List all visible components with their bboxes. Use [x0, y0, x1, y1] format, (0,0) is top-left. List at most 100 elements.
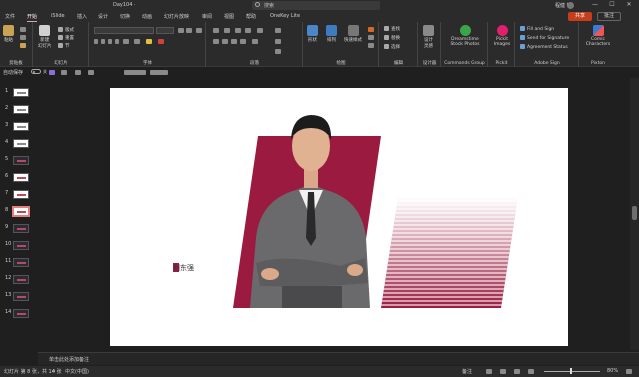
shape-tools-icon[interactable] — [150, 70, 168, 75]
cut-icon[interactable] — [20, 27, 26, 32]
slide-thumbnail-selected[interactable] — [12, 206, 30, 217]
shape-effects-icon[interactable] — [368, 43, 374, 48]
align-text-icon[interactable] — [275, 39, 281, 44]
replace-button[interactable]: 替换 — [384, 35, 400, 41]
arrange-button[interactable]: 排列 — [326, 25, 337, 43]
slide-thumbnail[interactable] — [13, 309, 29, 318]
notes-pane[interactable]: 单击此处添加备注 — [38, 352, 639, 365]
justify-icon[interactable] — [240, 39, 246, 44]
copy-icon[interactable] — [20, 35, 26, 40]
align-right-icon[interactable] — [231, 39, 237, 44]
vertical-scrollbar[interactable] — [630, 78, 639, 350]
slide-thumbnail[interactable] — [13, 122, 29, 131]
align-center-icon[interactable] — [222, 39, 228, 44]
format-painter-icon[interactable] — [20, 43, 26, 48]
pickit-button[interactable]: Pickit Images — [492, 25, 512, 47]
maximize-icon[interactable]: ☐ — [607, 1, 617, 9]
present-icon[interactable] — [88, 70, 94, 75]
paste-button[interactable]: 粘贴 — [3, 25, 14, 43]
grow-font-icon[interactable] — [178, 28, 184, 33]
layout-button[interactable]: 版式 — [58, 27, 74, 33]
slide-thumbnail[interactable] — [13, 190, 29, 199]
tab-view[interactable]: 视图 — [224, 13, 234, 20]
slide-thumbnail[interactable] — [13, 258, 29, 267]
smartart-icon[interactable] — [275, 49, 281, 54]
slide-thumbnail[interactable] — [13, 275, 29, 284]
search-box[interactable]: 搜索 — [252, 1, 380, 10]
notes-toggle[interactable]: 备注 — [462, 368, 472, 375]
design-ideas-button[interactable]: 设计 灵感 — [423, 25, 434, 49]
shape-outline-icon[interactable] — [368, 35, 374, 40]
slide-thumbnail[interactable] — [13, 139, 29, 148]
highlight-icon[interactable] — [146, 39, 152, 44]
line-spacing-icon[interactable] — [257, 28, 263, 33]
strikethrough-icon[interactable] — [115, 39, 119, 44]
find-button[interactable]: 查找 — [384, 26, 400, 32]
shapes-button[interactable]: 形状 — [307, 25, 318, 43]
send-signature-button[interactable]: Send for Signature — [520, 35, 569, 41]
normal-view-icon[interactable] — [486, 369, 492, 374]
reset-button[interactable]: 重置 — [58, 35, 74, 41]
tab-review[interactable]: 审阅 — [202, 13, 212, 20]
dreamstime-button[interactable]: Dreamstime Stock Photos — [446, 25, 484, 47]
columns-icon[interactable] — [252, 39, 258, 44]
quick-styles-button[interactable]: 快速样式 — [344, 25, 362, 43]
align-left-icon[interactable] — [213, 39, 219, 44]
new-slide-button[interactable]: 新建 幻灯片 — [38, 25, 52, 49]
clear-format-icon[interactable] — [196, 28, 202, 33]
bullets-icon[interactable] — [213, 28, 219, 33]
decrease-indent-icon[interactable] — [235, 28, 241, 33]
scrollbar-thumb[interactable] — [632, 206, 637, 220]
comment-button[interactable]: 批注 — [597, 12, 621, 21]
increase-indent-icon[interactable] — [245, 28, 251, 33]
slide-thumbnail[interactable] — [13, 292, 29, 301]
tab-design[interactable]: 设计 — [98, 13, 108, 20]
italic-icon[interactable] — [101, 39, 105, 44]
reading-view-icon[interactable] — [514, 369, 520, 374]
autosave-toggle[interactable] — [31, 69, 41, 74]
slide-thumbnail[interactable] — [13, 173, 29, 182]
font-family-select[interactable] — [94, 27, 154, 34]
slide-thumbnail[interactable] — [13, 105, 29, 114]
comic-characters-button[interactable]: Comic Characters — [583, 25, 613, 47]
tab-help[interactable]: 帮助 — [246, 13, 256, 20]
save-icon[interactable] — [49, 70, 55, 75]
fit-slide-icon[interactable] — [626, 369, 632, 374]
tab-slideshow[interactable]: 幻灯片放映 — [164, 13, 189, 20]
shrink-font-icon[interactable] — [186, 28, 192, 33]
slide-sorter-icon[interactable] — [500, 369, 506, 374]
tab-insert[interactable]: 插入 — [77, 13, 87, 20]
tab-file[interactable]: 文件 — [5, 13, 15, 20]
tab-islide[interactable]: iSlide — [51, 13, 65, 19]
slide-canvas[interactable]: 刘东强 — [110, 88, 568, 346]
zoom-level[interactable]: 80% — [607, 368, 618, 374]
change-case-icon[interactable] — [134, 39, 140, 44]
tab-onekey[interactable]: OneKey Lite — [270, 13, 300, 19]
undo-icon[interactable] — [61, 70, 67, 75]
shape-fill-icon[interactable] — [368, 27, 374, 32]
tab-home[interactable]: 开始 — [27, 13, 38, 22]
accessibility-icon[interactable]: ⌂ — [52, 368, 55, 374]
select-button[interactable]: 选择 — [384, 44, 400, 50]
char-spacing-icon[interactable] — [123, 39, 129, 44]
slide-thumbnail[interactable] — [13, 88, 29, 97]
font-color-icon[interactable] — [158, 39, 164, 44]
zoom-slider-knob[interactable] — [570, 368, 572, 374]
numbering-icon[interactable] — [224, 28, 230, 33]
font-size-select[interactable] — [156, 27, 174, 34]
agreement-status-button[interactable]: Agreement Status — [520, 44, 568, 50]
zoom-slider[interactable] — [544, 371, 600, 372]
section-button[interactable]: 节 — [58, 43, 70, 49]
slideshow-view-icon[interactable] — [528, 369, 534, 374]
align-tools-icon[interactable] — [124, 70, 146, 75]
slide-thumbnail[interactable] — [13, 224, 29, 233]
minimize-icon[interactable]: — — [590, 1, 600, 9]
share-button[interactable]: 共享 — [568, 12, 592, 21]
name-text[interactable]: 刘东强 — [173, 263, 194, 273]
bold-icon[interactable] — [94, 39, 98, 44]
slide-thumbnail[interactable] — [13, 156, 29, 165]
slide-thumbnail[interactable] — [13, 241, 29, 250]
close-icon[interactable]: ✕ — [624, 1, 634, 9]
underline-icon[interactable] — [108, 39, 112, 44]
avatar[interactable] — [567, 2, 574, 9]
